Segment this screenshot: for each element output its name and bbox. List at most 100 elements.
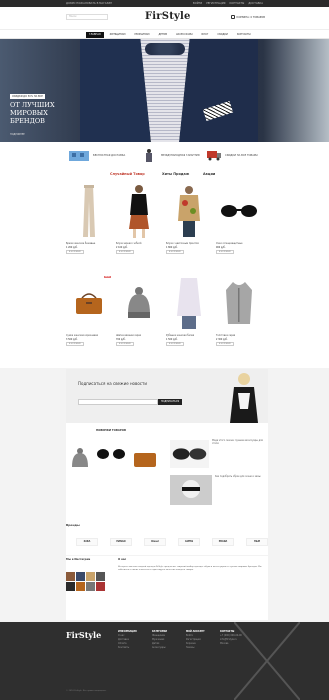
footer-logo[interactable]: FirStyle (66, 630, 101, 640)
nav-item-women[interactable]: ЖЕНЩИНАМ (107, 32, 129, 38)
about-title: О нас (118, 558, 127, 561)
footer-link[interactable]: Контакты (118, 646, 137, 650)
top-link-login[interactable]: ВОЙТИ (193, 0, 202, 7)
top-link-register[interactable]: РЕГИСТРАЦИЯ (206, 0, 225, 7)
product-image[interactable] (66, 274, 112, 332)
feature-guarantee-text: МЕЖДУНАРОДНАЯ ГАРАНТИЯ (161, 153, 200, 157)
product-card[interactable]: Брюки женские бежевые 1 200 руб. В КОРЗИ… (66, 182, 112, 254)
product-image[interactable] (66, 182, 112, 240)
add-to-cart-button[interactable]: В КОРЗИНУ (216, 342, 234, 346)
product-image[interactable] (116, 182, 162, 240)
product-name[interactable]: Рубашка женская белая (166, 334, 212, 337)
new-arrivals-section: НОВИНКИ ТОВАРОВ Мода этого сезона: лучши… (66, 423, 268, 523)
brands-section: Бренды ZARA MANGO Diesel GUESS PRADA H&M (66, 520, 268, 555)
gallery-thumb[interactable] (86, 582, 95, 591)
footer-col-categories: КАТЕГОРИИ Женщинам Мужчинам Детям Аксесс… (152, 630, 167, 650)
product-image-bag[interactable] (132, 447, 158, 469)
blog-title[interactable]: Как подобрать образ для осени и зимы (215, 475, 261, 505)
product-image-beanie[interactable] (70, 447, 90, 471)
search-input[interactable]: Поиск (66, 14, 108, 20)
gallery-thumb[interactable] (66, 572, 75, 581)
blog-title[interactable]: Мода этого сезона: лучшие аксессуары для… (212, 439, 266, 469)
feature-guarantee: МЕЖДУНАРОДНАЯ ГАРАНТИЯ (140, 148, 200, 162)
brand-logo[interactable]: H&M (246, 538, 268, 546)
add-to-cart-button[interactable]: В КОРЗИНУ (166, 250, 184, 254)
brand-logo[interactable]: ZARA (76, 538, 98, 546)
add-to-cart-button[interactable]: В КОРЗИНУ (116, 250, 134, 254)
header: Поиск FirStyle КОРЗИНА: 0 ТОВАРОВ (0, 7, 329, 29)
nav-item-blog[interactable]: БЛОГ (199, 32, 212, 38)
product-name[interactable]: Брюки женские бежевые (66, 242, 112, 245)
brand-logo[interactable]: Diesel (144, 538, 166, 546)
footer-link[interactable]: Заказы (186, 646, 205, 650)
product-image[interactable] (116, 274, 162, 332)
product-card[interactable]: Блуза с цветочным принтом 1 800 руб. В К… (166, 182, 212, 254)
nav-item-sale[interactable]: СКИДКИ (214, 32, 231, 38)
product-image-glasses[interactable] (96, 447, 126, 461)
brand-logo[interactable]: PRADA (212, 538, 234, 546)
product-name[interactable]: Блуза черная с юбкой (116, 242, 162, 245)
product-name[interactable]: Сумка женская коричневая (66, 334, 112, 337)
hero-title: ОТ ЛУЧШИХ МИРОВЫХ БРЕНДОВ (10, 101, 55, 125)
nav-item-accessories[interactable]: АКСЕССУАРЫ (173, 32, 196, 38)
add-to-cart-button[interactable]: В КОРЗИНУ (216, 250, 234, 254)
newsletter-model-image (230, 373, 258, 423)
hero-more-link[interactable]: ПОДРОБНЕЕ (10, 133, 25, 136)
product-card[interactable]: Блуза черная с юбкой 2 100 руб. В КОРЗИН… (116, 182, 162, 254)
product-card[interactable]: Толстовка серая 2 300 руб. В КОРЗИНУ (216, 274, 262, 346)
gallery-thumb[interactable] (76, 572, 85, 581)
add-to-cart-button[interactable]: В КОРЗИНУ (66, 250, 84, 254)
main-nav: ГЛАВНАЯ ЖЕНЩИНАМ МУЖЧИНАМ ДЕТЯМ АКСЕССУА… (0, 29, 329, 39)
product-card[interactable]: NEW Сумка женская коричневая 3 500 руб. … (66, 274, 112, 346)
product-name[interactable]: Шапка вязаная серая (116, 334, 162, 337)
product-card[interactable]: Рубашка женская белая 1 500 руб. В КОРЗИ… (166, 274, 212, 346)
hero-bowtie (145, 43, 185, 55)
cart-button[interactable]: КОРЗИНА: 0 ТОВАРОВ (230, 15, 265, 19)
product-name[interactable]: Толстовка серая (216, 334, 262, 337)
products-row-1: Брюки женские бежевые 1 200 руб. В КОРЗИ… (0, 182, 329, 274)
blog-image[interactable] (170, 475, 212, 505)
product-card[interactable]: Шапка вязаная серая 700 руб. В КОРЗИНУ (116, 274, 162, 346)
footer-decor (234, 622, 300, 700)
product-price: 2 100 руб. (116, 246, 128, 249)
blog-image[interactable] (170, 439, 210, 469)
brands-row: ZARA MANGO Diesel GUESS PRADA H&M (76, 538, 268, 546)
add-to-cart-button[interactable]: В КОРЗИНУ (166, 342, 184, 346)
hero-jacket-right (178, 39, 258, 142)
add-to-cart-button[interactable]: В КОРЗИНУ (116, 342, 134, 346)
top-link-delivery[interactable]: ДОСТАВКА (248, 0, 263, 7)
nav-item-kids[interactable]: ДЕТЯМ (155, 32, 170, 38)
top-link-contacts[interactable]: КОНТАКТЫ (229, 0, 244, 7)
product-image[interactable] (166, 274, 212, 332)
feature-delivery-text: БЕСПЛАТНАЯ ДОСТАВКА (93, 153, 126, 157)
product-name[interactable]: Блуза с цветочным принтом (166, 242, 212, 245)
blog-item[interactable]: Как подобрать образ для осени и зимы (170, 475, 266, 505)
add-to-cart-button[interactable]: В КОРЗИНУ (66, 342, 84, 346)
site-logo[interactable]: FirStyle (145, 11, 191, 22)
gallery-thumb[interactable] (96, 582, 105, 591)
brand-logo[interactable]: MANGO (110, 538, 132, 546)
hero-banner[interactable]: СКИДКИ ДО 50% НА ВСЕ ОТ ЛУЧШИХ МИРОВЫХ Б… (0, 39, 329, 142)
nav-item-home[interactable]: ГЛАВНАЯ (86, 32, 104, 38)
nav-item-contacts[interactable]: КОНТАКТЫ (234, 32, 254, 38)
gallery-thumb[interactable] (96, 572, 105, 581)
blog-item[interactable]: Мода этого сезона: лучшие аксессуары для… (170, 439, 266, 469)
tab-random[interactable]: Случайный Товар (110, 172, 145, 176)
gallery-thumb[interactable] (66, 582, 75, 591)
product-name[interactable]: Очки солнцезащитные (216, 242, 262, 245)
product-image[interactable] (216, 182, 262, 240)
tab-bestsellers[interactable]: Хиты Продаж (162, 172, 189, 176)
cart-icon (230, 15, 235, 19)
product-card[interactable]: Очки солнцезащитные 900 руб. В КОРЗИНУ (216, 182, 262, 254)
gallery-thumb[interactable] (86, 572, 95, 581)
subscribe-button[interactable]: ПОДПИСАТЬСЯ (158, 399, 182, 405)
nav-item-men[interactable]: МУЖЧИНАМ (131, 32, 152, 38)
brand-logo[interactable]: GUESS (178, 538, 200, 546)
footer-link[interactable]: Аксессуары (152, 646, 167, 650)
about-text: Интернет-магазин модной одежды FirStyle … (118, 566, 262, 571)
newsletter-email-input[interactable] (78, 399, 158, 405)
gallery-thumb[interactable] (76, 582, 85, 591)
product-image[interactable] (166, 182, 212, 240)
product-image[interactable] (216, 274, 262, 332)
tab-sale[interactable]: Акции (203, 172, 215, 176)
